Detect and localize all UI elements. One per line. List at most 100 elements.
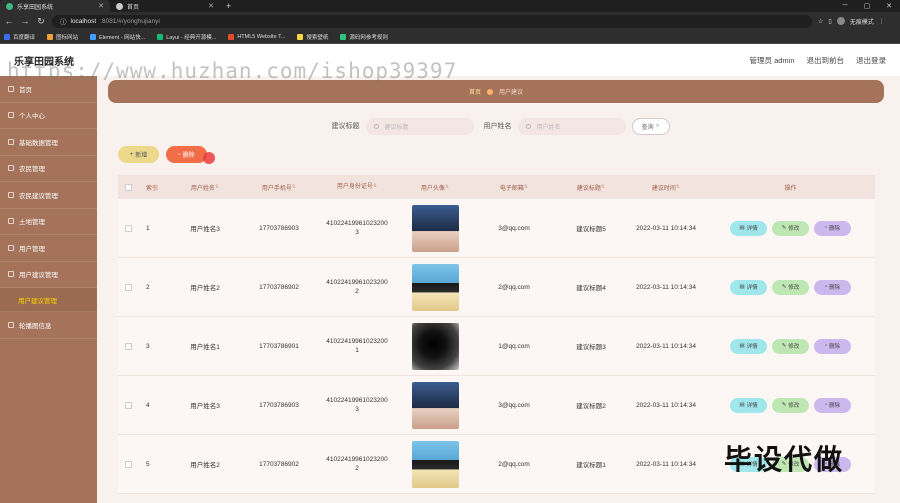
forward-arrow-icon[interactable]: → (20, 16, 30, 26)
sidebar-item-land[interactable]: 土地管理 (0, 209, 97, 235)
bookmark-item[interactable]: 搜索壁纸 (297, 33, 328, 41)
detail-button[interactable]: ▤ 详情 (730, 279, 767, 295)
sidebar-item-label: 用户管理 (19, 245, 45, 253)
add-button[interactable]: + 新增 (118, 146, 159, 163)
detail-button[interactable]: ▤ 详情 (730, 338, 767, 354)
reload-icon[interactable]: ↻ (36, 16, 46, 27)
cell-title: 建议标题2 (576, 403, 606, 410)
url-path: :8081/#/yonghujianyi (100, 17, 160, 25)
edit-button[interactable]: ✎ 修改 (772, 220, 809, 236)
trash-icon: ▫ (825, 343, 827, 349)
user-avatar-image[interactable] (411, 440, 459, 488)
delete-row-button[interactable]: ▫ 删除 (814, 220, 851, 236)
row-checkbox[interactable] (118, 342, 138, 350)
window-controls: ─ ▢ ✕ (834, 2, 900, 10)
col-header-phone[interactable]: 用户手机号 (242, 183, 316, 192)
sidepanel-icon[interactable]: ▯ (828, 18, 831, 25)
bookmark-icon (228, 33, 235, 40)
star-icon[interactable]: ☆ (818, 18, 823, 25)
user-avatar-image[interactable] (411, 204, 459, 252)
title-search-placeholder: 建议标题 (384, 124, 409, 131)
bookmark-item[interactable]: Element - 网站快... (90, 33, 145, 41)
sidebar-item-label: 个人中心 (19, 113, 45, 121)
sidebar-item-farmers[interactable]: 农民管理 (0, 156, 97, 182)
col-header-time[interactable]: 建议时间 (626, 183, 706, 192)
title-search-input[interactable]: 建议标题 (365, 117, 474, 135)
user-avatar-image[interactable] (411, 263, 459, 311)
remove-label: 删除 (828, 344, 840, 350)
delete-row-button[interactable]: ▫ 删除 (814, 338, 851, 354)
back-arrow-icon[interactable]: ← (4, 16, 14, 26)
checkbox-icon (124, 224, 132, 232)
browser-tab-inactive[interactable]: 首页 ✕ (110, 0, 220, 12)
tab-close-icon[interactable]: ✕ (98, 2, 104, 10)
row-checkbox[interactable] (118, 460, 138, 468)
url-input[interactable]: ⓘ localhost:8081/#/yonghujianyi (52, 14, 812, 28)
col-header-email[interactable]: 电子邮箱 (472, 183, 556, 192)
bookmark-label: 百度翻译 (13, 34, 36, 41)
trash-icon: ▫ (178, 151, 181, 158)
sidebar-item-farmer-suggestions[interactable]: 农民建议管理 (0, 182, 97, 209)
trash-icon: ▫ (825, 402, 827, 408)
sidebar-item-carousel[interactable]: 轮播图信息 (0, 312, 97, 339)
sidebar-item-profile[interactable]: 个人中心 (0, 103, 97, 129)
breadcrumb: 首页 用户建议 (108, 80, 884, 103)
vue-favicon-icon (6, 2, 13, 10)
logout-link[interactable]: 退出登录 (856, 55, 886, 66)
detail-button[interactable]: ▤ 详情 (730, 220, 767, 236)
col-header-name[interactable]: 用户姓名 (168, 183, 242, 192)
new-tab-icon[interactable]: + (220, 1, 237, 11)
table-row: 4 用户姓名3 17703786903 41022419961023200 3 … (118, 376, 875, 435)
batch-delete-button[interactable]: ▫ 删除 (166, 146, 215, 164)
col-header-title[interactable]: 建议标题 (556, 183, 626, 192)
col-header-avatar[interactable]: 用户头像 (398, 183, 472, 192)
col-header-idno[interactable]: 用户身份证号 (316, 183, 398, 191)
detail-label: 详情 (746, 226, 758, 232)
bookmark-item[interactable]: 源码网参考规则 (340, 33, 388, 41)
profile-label[interactable]: 无痕模式 (850, 17, 874, 26)
maximize-icon[interactable]: ▢ (856, 2, 878, 10)
sidebar-item-user-suggestions[interactable]: 用户建议管理 (0, 262, 97, 288)
browser-tab-active[interactable]: 乐享田园系统 ✕ (0, 0, 110, 12)
search-button[interactable]: 查询 ○ (631, 117, 670, 135)
breadcrumb-home[interactable]: 首页 (469, 87, 481, 96)
cell-idno: 41022419961023200 2 (316, 278, 398, 296)
cell-idno-line2: 2 (355, 288, 359, 295)
minimize-icon[interactable]: ─ (834, 2, 856, 10)
cell-idno-line2: 3 (355, 406, 359, 413)
sidebar-item-home[interactable]: 首页 (0, 76, 97, 103)
toolbar: + 新增 ▫ 删除 (118, 146, 215, 164)
user-avatar-image[interactable] (411, 322, 459, 370)
edit-label: 修改 (788, 226, 800, 232)
edit-button[interactable]: ✎ 修改 (772, 397, 809, 413)
menu-kebab-icon[interactable]: ⋮ (879, 18, 885, 25)
cell-idno-line2: 2 (355, 465, 359, 472)
back-to-frontend-link[interactable]: 退出到前台 (807, 55, 845, 66)
detail-icon: ▤ (739, 225, 745, 231)
row-checkbox[interactable] (118, 224, 138, 232)
detail-button[interactable]: ▤ 详情 (730, 397, 767, 413)
row-checkbox[interactable] (118, 283, 138, 291)
name-search-input[interactable]: 用户姓名 (517, 117, 626, 135)
row-checkbox[interactable] (118, 401, 138, 409)
delete-label: 删除 (182, 153, 195, 159)
edit-button[interactable]: ✎ 修改 (772, 338, 809, 354)
delete-row-button[interactable]: ▫ 删除 (814, 397, 851, 413)
profile-avatar-icon[interactable] (836, 17, 845, 25)
sidebar-subitem-user-suggestions[interactable]: 用户建议管理 (0, 288, 97, 312)
bookmark-item[interactable]: 百度翻译 (4, 33, 35, 41)
sidebar-item-users[interactable]: 用户管理 (0, 235, 97, 262)
bookmark-item[interactable]: HTML5 Website T... (228, 33, 285, 40)
close-window-icon[interactable]: ✕ (878, 2, 900, 10)
edit-button[interactable]: ✎ 修改 (772, 279, 809, 295)
delete-row-button[interactable]: ▫ 删除 (814, 279, 851, 295)
checkbox-icon (124, 183, 132, 191)
sidebar-item-base-data[interactable]: 基础数据管理 (0, 129, 97, 156)
edit-label: 修改 (788, 403, 800, 409)
select-all-checkbox[interactable] (118, 183, 138, 191)
bookmark-item[interactable]: 图标网站 (47, 33, 78, 41)
bookmark-item[interactable]: Layui - 经典开源模... (157, 33, 216, 41)
tab-close-icon[interactable]: ✕ (208, 2, 214, 10)
user-avatar-image[interactable] (411, 381, 459, 429)
table-header: 索引 用户姓名 用户手机号 用户身份证号 用户头像 电子邮箱 建议标题 建议时间… (118, 175, 875, 199)
